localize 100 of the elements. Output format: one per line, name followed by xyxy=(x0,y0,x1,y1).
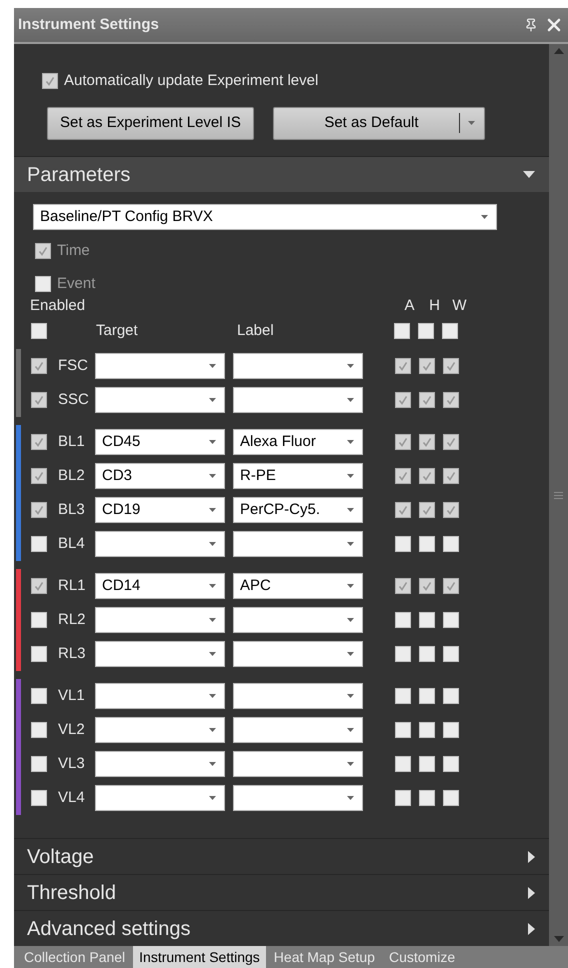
checkbox[interactable] xyxy=(443,468,459,484)
label-dropdown[interactable]: Alexa Fluor xyxy=(233,429,363,455)
checkbox[interactable] xyxy=(31,612,47,628)
target-dropdown[interactable] xyxy=(95,717,225,743)
checkbox[interactable] xyxy=(419,358,435,374)
label-dropdown[interactable]: PerCP-Cy5. xyxy=(233,497,363,523)
checkbox[interactable] xyxy=(31,688,47,704)
channel-name: FSC xyxy=(57,356,89,376)
target-dropdown[interactable] xyxy=(95,607,225,633)
target-dropdown[interactable] xyxy=(95,785,225,811)
checkbox[interactable] xyxy=(31,790,47,806)
checkbox[interactable] xyxy=(419,392,435,408)
checkbox[interactable] xyxy=(31,756,47,772)
checkbox[interactable] xyxy=(395,722,411,738)
window-title: Instrument Settings xyxy=(18,14,159,35)
checkbox[interactable] xyxy=(419,646,435,662)
checkbox[interactable] xyxy=(443,756,459,772)
label-dropdown[interactable] xyxy=(233,607,363,633)
checkbox[interactable] xyxy=(31,468,47,484)
section-header[interactable]: Parameters xyxy=(14,156,549,192)
checkbox[interactable] xyxy=(443,502,459,518)
checkbox[interactable] xyxy=(395,502,411,518)
checkbox[interactable] xyxy=(31,323,47,339)
checkbox[interactable] xyxy=(395,688,411,704)
checkbox[interactable] xyxy=(419,502,435,518)
checkbox[interactable] xyxy=(31,578,47,594)
label-dropdown[interactable] xyxy=(233,641,363,667)
label-dropdown[interactable] xyxy=(233,353,363,379)
checkbox[interactable] xyxy=(443,688,459,704)
label-dropdown[interactable]: APC xyxy=(233,573,363,599)
checkbox[interactable] xyxy=(395,790,411,806)
checkbox[interactable] xyxy=(31,502,47,518)
target-dropdown[interactable] xyxy=(95,683,225,709)
channel-name: RL3 xyxy=(57,644,87,664)
channel-name: BL1 xyxy=(57,432,86,452)
split-button[interactable]: Set as Default xyxy=(272,106,485,140)
checkbox[interactable] xyxy=(419,722,435,738)
checkbox[interactable] xyxy=(443,358,459,374)
target-dropdown[interactable]: CD14 xyxy=(95,573,225,599)
checkbox[interactable] xyxy=(31,722,47,738)
checkbox[interactable] xyxy=(395,536,411,552)
checkbox[interactable] xyxy=(395,578,411,594)
label-dropdown[interactable] xyxy=(233,387,363,413)
pin-icon[interactable] xyxy=(524,18,538,32)
checkbox[interactable] xyxy=(419,468,435,484)
checkbox[interactable] xyxy=(418,323,434,339)
checkbox[interactable] xyxy=(443,790,459,806)
checkbox[interactable] xyxy=(443,612,459,628)
checkbox[interactable] xyxy=(31,358,47,374)
checkbox[interactable] xyxy=(394,323,410,339)
checkbox[interactable] xyxy=(395,392,411,408)
target-dropdown[interactable] xyxy=(95,387,225,413)
label-dropdown[interactable] xyxy=(233,531,363,557)
scrollbar[interactable] xyxy=(549,44,568,946)
checkbox[interactable] xyxy=(419,578,435,594)
scroll-up-icon[interactable] xyxy=(554,48,564,54)
checkbox[interactable] xyxy=(395,358,411,374)
target-dropdown[interactable] xyxy=(95,751,225,777)
tab[interactable]: Instrument Settings xyxy=(133,946,266,968)
checkbox[interactable] xyxy=(395,612,411,628)
checkbox[interactable] xyxy=(419,612,435,628)
label-dropdown[interactable] xyxy=(233,683,363,709)
label-dropdown[interactable] xyxy=(233,717,363,743)
target-dropdown[interactable] xyxy=(95,641,225,667)
checkbox[interactable] xyxy=(443,536,459,552)
checkbox[interactable] xyxy=(443,434,459,450)
checkbox[interactable] xyxy=(419,688,435,704)
checkbox[interactable] xyxy=(419,536,435,552)
checkbox[interactable] xyxy=(419,434,435,450)
checkbox[interactable] xyxy=(31,392,47,408)
checkbox[interactable] xyxy=(443,722,459,738)
channel-name: RL2 xyxy=(57,610,87,630)
column-header: Label xyxy=(236,320,275,341)
checkbox[interactable] xyxy=(443,646,459,662)
checkbox[interactable] xyxy=(31,434,47,450)
target-dropdown[interactable]: CD19 xyxy=(95,497,225,523)
target-dropdown[interactable]: CD45 xyxy=(95,429,225,455)
checkbox[interactable] xyxy=(395,468,411,484)
checkbox[interactable] xyxy=(419,756,435,772)
checkbox[interactable] xyxy=(442,323,458,339)
checkbox[interactable] xyxy=(395,646,411,662)
target-dropdown[interactable]: CD3 xyxy=(95,463,225,489)
check-icon xyxy=(398,437,408,447)
checkbox[interactable] xyxy=(42,73,58,90)
checkbox[interactable] xyxy=(31,536,47,552)
target-dropdown[interactable] xyxy=(95,531,225,557)
label-dropdown[interactable] xyxy=(233,785,363,811)
label-dropdown[interactable] xyxy=(233,751,363,777)
checkbox[interactable] xyxy=(419,790,435,806)
action-button[interactable]: Set as Experiment Level IS xyxy=(47,106,254,140)
checkbox[interactable] xyxy=(395,434,411,450)
config-dropdown[interactable]: Baseline/PT Config BRVX xyxy=(33,204,497,230)
checkbox[interactable] xyxy=(443,578,459,594)
label-dropdown[interactable]: R-PE xyxy=(233,463,363,489)
check-icon xyxy=(422,505,432,515)
checkbox[interactable] xyxy=(395,756,411,772)
checkbox[interactable] xyxy=(443,392,459,408)
checkbox[interactable] xyxy=(31,646,47,662)
target-dropdown[interactable] xyxy=(95,353,225,379)
scroll-down-icon[interactable] xyxy=(554,936,564,942)
